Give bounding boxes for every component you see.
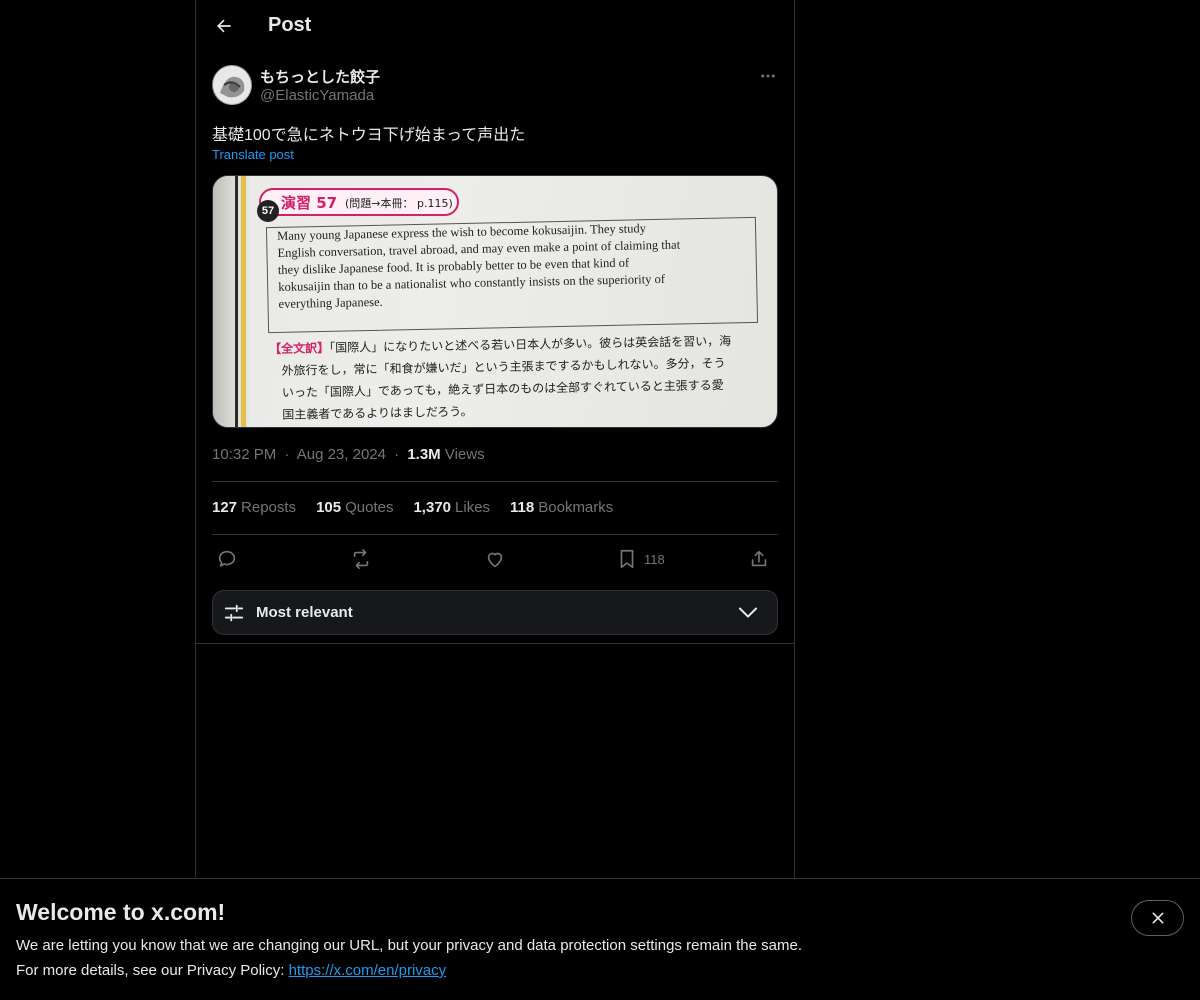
reply-sort-dropdown[interactable]: Most relevant	[212, 590, 778, 635]
likes-stat[interactable]: 1,370 Likes	[413, 499, 490, 516]
more-options-button[interactable]	[756, 64, 780, 88]
share-button[interactable]	[748, 545, 770, 573]
sort-label: Most relevant	[256, 604, 353, 621]
post-text: 基礎100で急にネトウヨ下げ始まって声出た	[212, 127, 526, 144]
stat-label: Bookmarks	[538, 499, 614, 516]
banner-message: We are letting you know that we are chan…	[16, 937, 802, 954]
repost-icon	[353, 549, 369, 569]
heart-icon	[487, 552, 503, 568]
more-horizontal-icon	[761, 74, 775, 78]
bookmark-icon	[620, 549, 634, 569]
stat-count: 105	[316, 499, 342, 516]
stat-count: 118	[510, 499, 535, 516]
action-bar: 118	[212, 545, 778, 573]
author-handle[interactable]: @ElasticYamada	[260, 87, 374, 104]
meta-separator: ·	[394, 446, 400, 463]
divider	[212, 481, 778, 482]
banner-title: Welcome to x.com!	[16, 899, 226, 925]
english-passage: Many young Japanese express the wish to …	[277, 218, 749, 313]
divider	[196, 643, 794, 644]
avatar[interactable]	[212, 65, 252, 105]
japanese-translation: 【全文訳】「国際人」になりたいと述べる若い日本人が多い。彼らは英会話を習い，海 …	[269, 329, 770, 426]
banner-privacy-note: For more details, see our Privacy Policy…	[16, 962, 446, 979]
close-banner-button[interactable]	[1131, 900, 1184, 936]
exercise-number-circle: 57	[257, 200, 279, 222]
reposts-stat[interactable]: 127 Reposts	[212, 499, 296, 516]
banner-privacy-prefix: For more details, see our Privacy Policy…	[16, 962, 289, 979]
close-icon	[1152, 912, 1163, 924]
reply-button[interactable]	[216, 545, 238, 573]
stat-label: Reposts	[241, 499, 297, 516]
translation-label: 【全文訳】	[269, 340, 330, 356]
post-time[interactable]: 10:32 PM	[212, 446, 276, 463]
views-label: Views	[444, 446, 485, 463]
arrow-left-icon	[217, 19, 231, 33]
bookmark-count: 118	[644, 551, 665, 567]
sliders-icon	[224, 604, 244, 622]
stat-count: 1,370	[413, 499, 452, 516]
post-image[interactable]: 57 演習 57 (問題→本冊： p.115) Many young Japan…	[212, 175, 778, 428]
privacy-policy-link[interactable]: https://x.com/en/privacy	[289, 962, 447, 979]
page-title: Post	[268, 14, 312, 36]
exercise-title: 演習 57	[281, 194, 338, 212]
url-change-banner: Welcome to x.com! We are letting you kno…	[0, 878, 1200, 1000]
chevron-down-icon	[738, 607, 758, 618]
post-date[interactable]: Aug 23, 2024	[297, 446, 386, 463]
repost-button[interactable]	[350, 545, 372, 573]
stat-label: Quotes	[345, 499, 394, 516]
reply-icon	[218, 550, 236, 567]
bookmark-button[interactable]: 118	[616, 545, 665, 573]
author-name[interactable]: もちっとした餃子	[260, 66, 380, 87]
book-spine-line	[235, 176, 238, 427]
japanese-line: 「国際人」になりたいと述べる若い日本人が多い。彼らは英会話を習い，海	[329, 333, 732, 355]
meta-separator: ·	[284, 446, 290, 463]
book-yellow-edge	[241, 176, 246, 427]
divider	[212, 534, 778, 535]
engagement-stats: 127 Reposts 105 Quotes 1,370 Likes 118 Bookm…	[212, 499, 613, 516]
stat-label: Likes	[455, 499, 491, 516]
share-icon	[751, 550, 767, 567]
back-button[interactable]	[206, 8, 242, 44]
bookmarks-stat[interactable]: 118 Bookmarks	[510, 499, 613, 516]
page-header: Post	[196, 0, 794, 55]
translate-post-link[interactable]: Translate post	[212, 147, 294, 162]
stat-count: 127	[212, 499, 238, 516]
quotes-stat[interactable]: 105 Quotes	[316, 499, 393, 516]
primary-column: Post もちっとした餃子 @ElasticYamada 基礎100で急にネトウ…	[195, 0, 795, 878]
like-button[interactable]	[484, 545, 506, 573]
exercise-reference: (問題→本冊： p.115)	[345, 197, 453, 210]
post-metadata: 10:32 PM · Aug 23, 2024 · 1.3M Views	[212, 446, 485, 463]
views-count: 1.3M	[407, 446, 441, 463]
